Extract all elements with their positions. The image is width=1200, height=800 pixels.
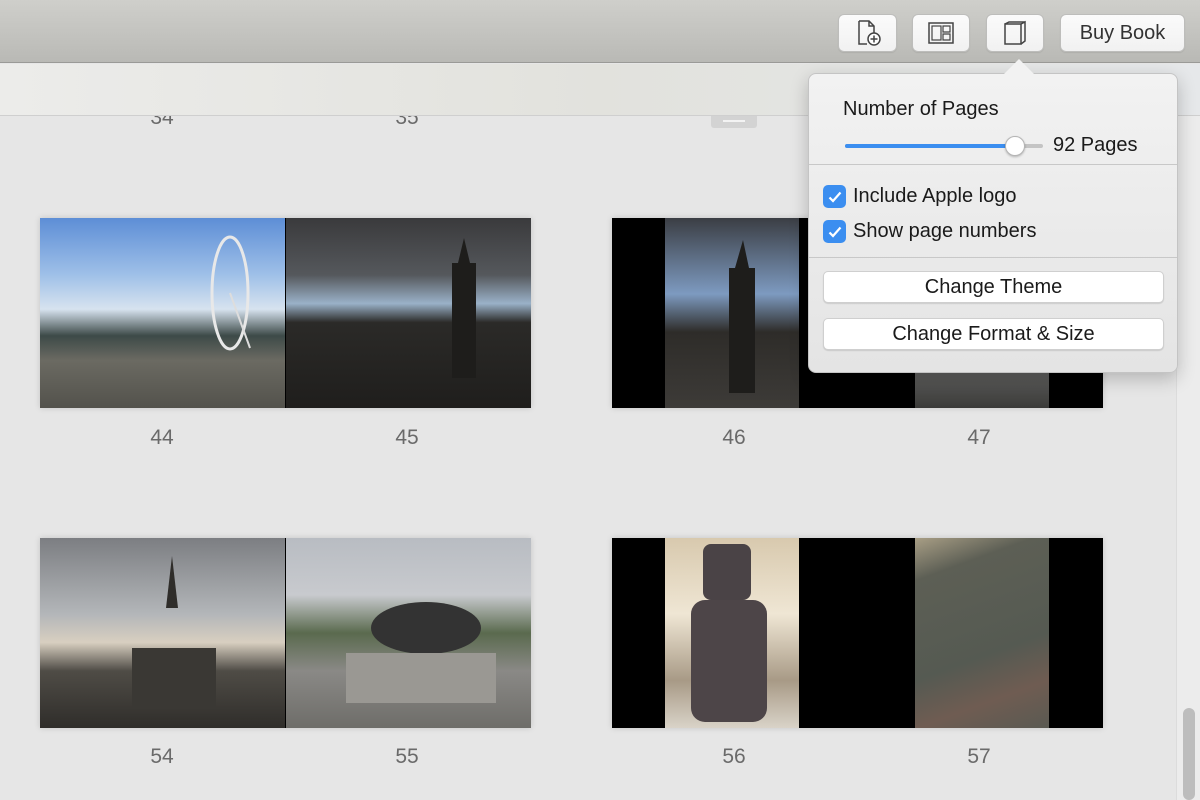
page-photo-moai <box>665 538 799 728</box>
number-of-pages-label: Number of Pages <box>843 98 999 120</box>
ferris-wheel-icon <box>210 235 251 351</box>
page-number: 34 <box>150 116 174 129</box>
divider <box>809 164 1177 165</box>
page-number: 35 <box>395 116 419 129</box>
page-left[interactable] <box>612 538 857 728</box>
popover-arrow <box>1004 59 1034 74</box>
pages-count-value: 92 Pages <box>1053 134 1138 156</box>
scrollbar-thumb[interactable] <box>1183 708 1195 800</box>
divider <box>809 257 1177 258</box>
page-number: 47 <box>967 426 991 449</box>
checkbox-label: Show page numbers <box>853 220 1037 242</box>
page-photo-rosetta-stone <box>915 538 1049 728</box>
pages-slider[interactable] <box>845 136 1043 156</box>
checkbox-checked-icon[interactable] <box>823 220 846 243</box>
page-number: 57 <box>967 745 991 768</box>
page-photo-big-ben <box>665 218 799 408</box>
page-photo-church[interactable] <box>40 538 285 728</box>
change-theme-button[interactable]: Change Theme <box>823 271 1164 303</box>
change-format-size-button[interactable]: Change Format & Size <box>823 318 1164 350</box>
page-photo-lion[interactable] <box>286 538 531 728</box>
toolbar: Buy Book <box>0 0 1200 63</box>
lion-statue-icon <box>346 602 496 703</box>
page-number: 55 <box>395 745 419 768</box>
moai-statue-icon <box>691 544 767 722</box>
page-spread[interactable] <box>40 218 531 408</box>
page-number: 44 <box>150 426 174 449</box>
page-number: 56 <box>722 745 746 768</box>
big-ben-icon <box>452 238 476 378</box>
tower-icon <box>729 240 755 393</box>
page-number: 45 <box>395 426 419 449</box>
vertical-scrollbar[interactable] <box>1176 116 1200 800</box>
page-number: 54 <box>150 745 174 768</box>
layout-button[interactable] <box>912 14 970 52</box>
resize-handle[interactable] <box>711 116 757 128</box>
page-photo-parliament[interactable] <box>286 218 531 408</box>
book-settings-popover: Number of Pages 92 Pages Include Apple l… <box>808 73 1178 373</box>
checkbox-checked-icon[interactable] <box>823 185 846 208</box>
book-icon <box>1004 20 1026 45</box>
buy-book-button[interactable]: Buy Book <box>1060 14 1185 52</box>
buy-book-label: Buy Book <box>1079 21 1166 44</box>
page-spread[interactable] <box>612 538 1103 728</box>
add-page-button[interactable] <box>838 14 897 52</box>
page-number: 46 <box>722 426 746 449</box>
include-apple-logo-checkbox[interactable]: Include Apple logo <box>823 185 1016 208</box>
page-photo-london-eye[interactable] <box>40 218 285 408</box>
checkbox-label: Include Apple logo <box>853 185 1017 207</box>
slider-fill <box>845 144 1016 148</box>
steeple-icon <box>132 556 216 708</box>
add-page-icon <box>857 20 881 46</box>
show-page-numbers-checkbox[interactable]: Show page numbers <box>823 220 1036 243</box>
slider-knob[interactable] <box>1005 136 1026 156</box>
page-right[interactable] <box>858 538 1103 728</box>
page-spread[interactable] <box>40 538 531 728</box>
book-settings-button[interactable] <box>986 14 1044 52</box>
layout-icon <box>928 22 954 44</box>
